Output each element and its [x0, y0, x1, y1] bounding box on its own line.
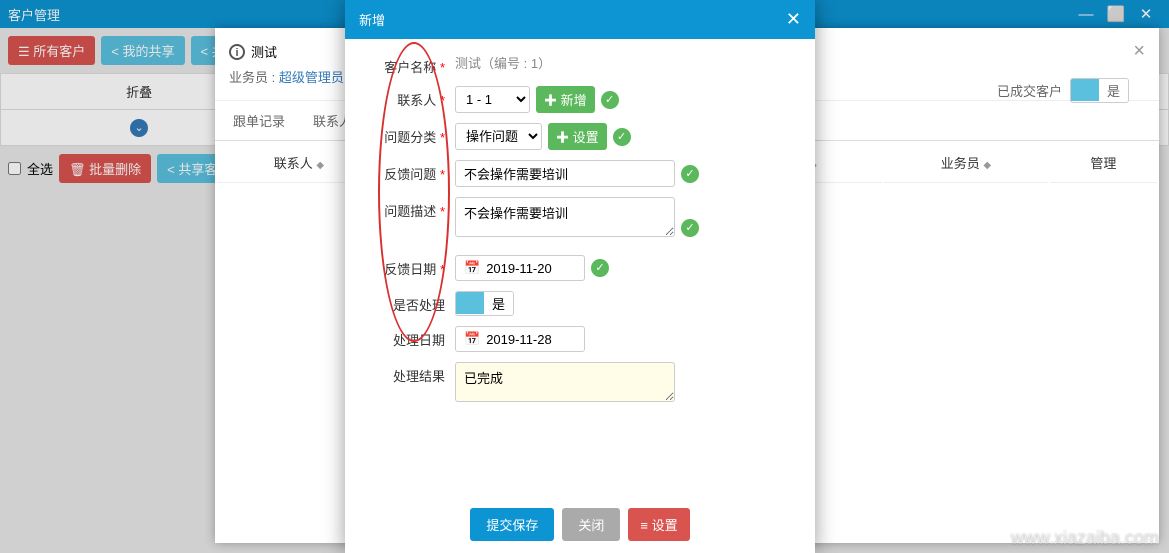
required-icon: *	[440, 93, 445, 108]
category-select[interactable]: 操作问题	[455, 123, 542, 150]
col-manage: 管理	[1050, 143, 1157, 183]
calendar-icon: 📅	[464, 331, 480, 347]
required-icon: *	[440, 262, 445, 277]
required-icon: *	[440, 204, 445, 219]
sort-icon: ◆	[983, 160, 991, 171]
field-handle-date: 处理日期 📅2019-11-28	[365, 326, 795, 352]
field-contact: 联系人 * 1 - 1 ✚ 新增 ✓	[365, 86, 795, 113]
description-textarea[interactable]: 不会操作需要培训	[455, 197, 675, 237]
handle-date-input[interactable]: 📅2019-11-28	[455, 326, 585, 352]
list-icon: ≡	[640, 518, 651, 533]
sort-icon: ◆	[316, 160, 324, 171]
modal-body: 客户名称 * 测试（编号 : 1） 联系人 * 1 - 1 ✚ 新增 ✓ 问题分…	[345, 39, 815, 496]
settings-button[interactable]: ≡ 设置	[628, 508, 689, 541]
close-button[interactable]: 关闭	[562, 508, 620, 541]
feedback-input[interactable]	[455, 160, 675, 187]
tab-follow[interactable]: 跟单记录	[229, 101, 289, 140]
contact-select[interactable]: 1 - 1	[455, 86, 530, 113]
modal-footer: 提交保存 关闭 ≡ 设置	[345, 496, 815, 553]
staff-link[interactable]: 超级管理员	[279, 70, 344, 85]
field-customer-name: 客户名称 * 测试（编号 : 1）	[365, 53, 795, 76]
field-category: 问题分类 * 操作问题 ✚ 设置 ✓	[365, 123, 795, 150]
check-icon: ✓	[601, 91, 619, 109]
required-icon: *	[440, 167, 445, 182]
field-feedback-date: 反馈日期 * 📅2019-11-20✓	[365, 255, 795, 281]
submit-button[interactable]: 提交保存	[470, 508, 554, 541]
set-category-button[interactable]: ✚ 设置	[548, 123, 607, 150]
required-icon: *	[440, 130, 445, 145]
add-modal: 新增 ✕ 客户名称 * 测试（编号 : 1） 联系人 * 1 - 1 ✚ 新增 …	[345, 0, 815, 553]
field-feedback: 反馈问题 * ✓	[365, 160, 795, 187]
add-contact-button[interactable]: ✚ 新增	[536, 86, 595, 113]
result-textarea[interactable]: 已完成	[455, 362, 675, 402]
check-icon: ✓	[591, 259, 609, 277]
modal-title: 新增	[359, 10, 385, 29]
panel-close-button[interactable]: ×	[1133, 40, 1145, 63]
required-icon: *	[440, 60, 445, 75]
col-staff[interactable]: 业务员 ◆	[884, 143, 1048, 183]
dealt-label: 已成交客户	[997, 81, 1062, 100]
plus-icon: ✚	[544, 93, 561, 108]
info-icon: i	[229, 44, 245, 60]
modal-close-button[interactable]: ✕	[786, 9, 801, 30]
check-icon: ✓	[681, 219, 699, 237]
check-icon: ✓	[613, 128, 631, 146]
handled-toggle[interactable]: 是	[455, 291, 514, 316]
customer-name-value: 测试（编号 : 1）	[455, 53, 551, 72]
dealt-toggle[interactable]: 是	[1070, 78, 1129, 103]
field-result: 处理结果 已完成	[365, 362, 795, 402]
feedback-date-input[interactable]: 📅2019-11-20	[455, 255, 585, 281]
check-icon: ✓	[681, 165, 699, 183]
field-description: 问题描述 * 不会操作需要培训✓	[365, 197, 795, 237]
calendar-icon: 📅	[464, 260, 480, 276]
field-handled: 是否处理 是	[365, 291, 795, 316]
dealt-toggle-area: 已成交客户 是	[997, 78, 1129, 103]
gear-icon: ✚	[556, 130, 573, 145]
modal-header: 新增 ✕	[345, 0, 815, 39]
